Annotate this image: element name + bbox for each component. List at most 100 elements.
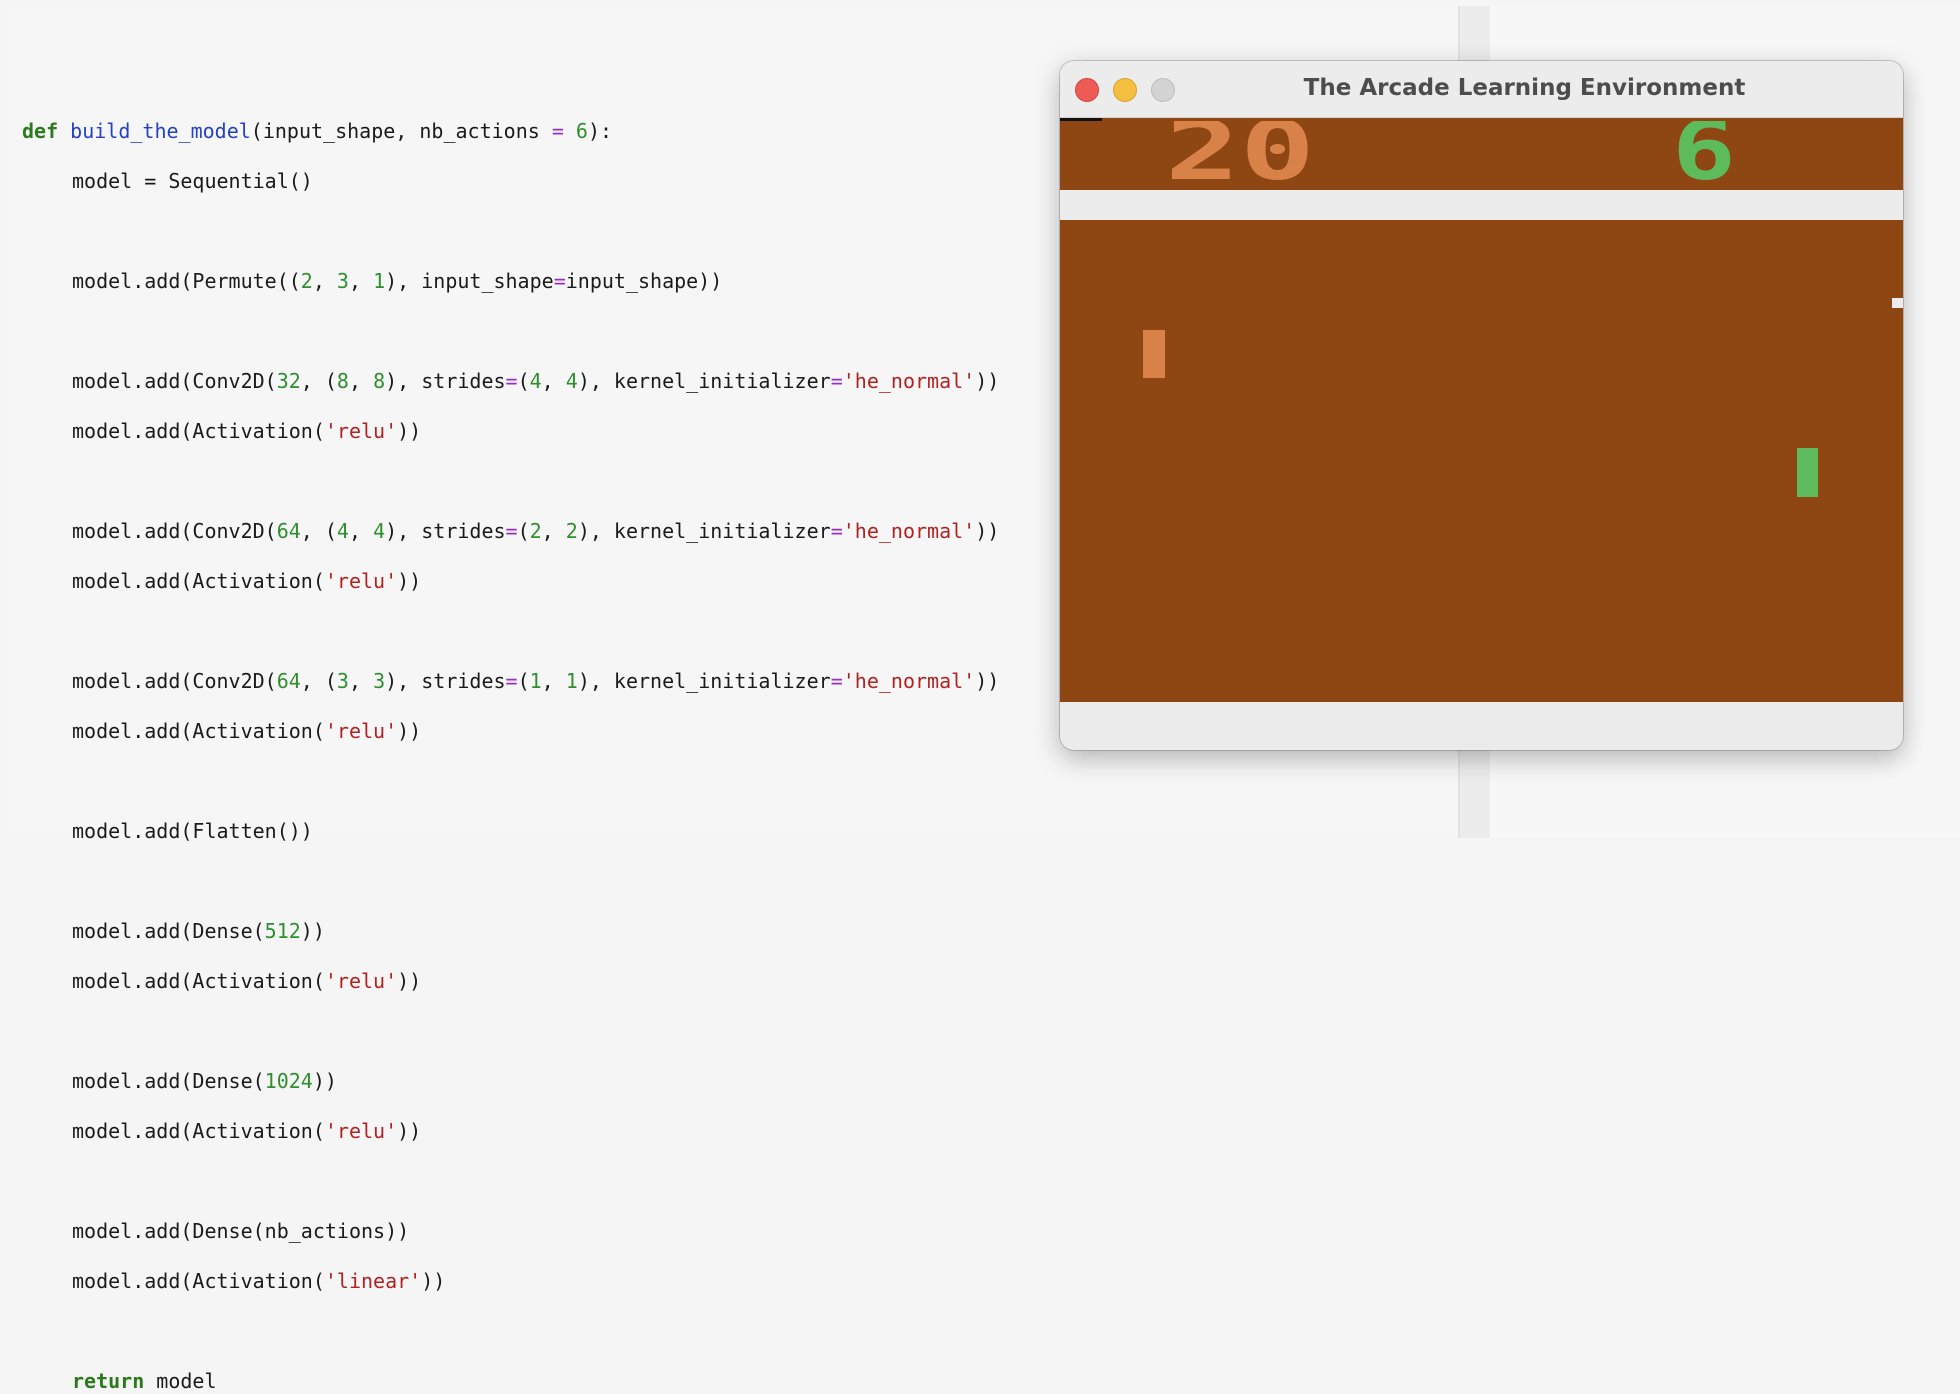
keyword-def: def: [22, 119, 59, 143]
code-text: )): [975, 669, 1000, 693]
code-text: input_shape)): [565, 269, 723, 293]
string-literal: 'relu': [324, 569, 398, 593]
bottom-wall: [1060, 702, 1903, 750]
code-text: (: [517, 519, 530, 543]
code-text: ), strides: [385, 669, 506, 693]
number-literal: 2: [529, 519, 542, 543]
ball: [1892, 298, 1903, 308]
code-text: ,: [541, 369, 566, 393]
code-text: )): [312, 1069, 337, 1093]
number-literal: 4: [336, 519, 349, 543]
code-text: )): [397, 569, 422, 593]
string-literal: 'relu': [324, 419, 398, 443]
code-text: )): [975, 369, 1000, 393]
code-line: model.add(Permute((2, 3, 1), input_shape…: [22, 269, 999, 294]
score-right: 6: [1672, 121, 1736, 185]
code-line: model.add(Flatten()): [22, 819, 999, 844]
code-text: ), strides: [385, 369, 506, 393]
number-literal: 4: [529, 369, 542, 393]
function-name: build_the_model: [70, 119, 251, 143]
code-line: model.add(Activation('relu')): [22, 1119, 999, 1144]
code-line: model.add(Activation('relu')): [22, 569, 999, 594]
code-text: model.add(Permute((: [72, 269, 301, 293]
code-text: ), strides: [385, 519, 506, 543]
code-text: model.add(Flatten()): [72, 819, 313, 843]
code-text: (: [517, 669, 530, 693]
code-text: model.add(Conv2D(: [72, 669, 277, 693]
code-line: model = Sequential(): [22, 169, 999, 194]
operator: =: [830, 519, 843, 543]
code-line: model.add(Activation('relu')): [22, 719, 999, 744]
number-literal: 512: [264, 919, 301, 943]
code-text: )): [397, 1119, 422, 1143]
code-text: model.add(Activation(: [72, 969, 325, 993]
number-literal: 2: [565, 519, 578, 543]
operator: =: [505, 669, 518, 693]
number-literal: 64: [276, 669, 301, 693]
right-paddle: [1797, 448, 1818, 497]
number-literal: 6: [575, 119, 588, 143]
code-line: model.add(Conv2D(32, (8, 8), strides=(4,…: [22, 369, 999, 394]
code-line: model.add(Dense(1024)): [22, 1069, 999, 1094]
code-text: ,: [541, 519, 566, 543]
keyword-return: return: [72, 1369, 145, 1393]
string-literal: 'relu': [324, 719, 398, 743]
operator: =: [505, 519, 518, 543]
arcade-window[interactable]: The Arcade Learning Environment 20 6: [1060, 61, 1903, 750]
number-literal: 8: [373, 369, 386, 393]
code-text: ,: [348, 669, 374, 693]
window-titlebar[interactable]: The Arcade Learning Environment: [1060, 61, 1903, 118]
code-text: model.add(Dense(: [72, 1069, 265, 1093]
code-line: model.add(Dense(nb_actions)): [22, 1219, 999, 1244]
number-literal: 1: [565, 669, 578, 693]
code-line: def build_the_model(input_shape, nb_acti…: [22, 119, 999, 144]
code-text: model.add(Activation(: [72, 719, 325, 743]
string-literal: 'relu': [324, 969, 398, 993]
string-literal: 'relu': [324, 1119, 398, 1143]
code-line: model.add(Activation('relu')): [22, 969, 999, 994]
code-text: (: [517, 369, 530, 393]
code-text: model: [144, 1369, 217, 1393]
code-text: ), kernel_initializer: [577, 669, 831, 693]
code-text: ), kernel_initializer: [577, 369, 831, 393]
code-text: ,: [348, 269, 374, 293]
string-literal: 'linear': [324, 1269, 422, 1293]
code-text: model.add(Activation(: [72, 569, 325, 593]
code-line: model.add(Activation('linear')): [22, 1269, 999, 1294]
code-text: , (: [300, 519, 337, 543]
code-text: ):: [587, 119, 613, 143]
number-literal: 8: [336, 369, 349, 393]
operator: =: [830, 669, 843, 693]
number-literal: 4: [373, 519, 386, 543]
number-literal: 2: [300, 269, 313, 293]
game-screen[interactable]: 20 6: [1060, 118, 1903, 702]
code-line: model.add(Conv2D(64, (4, 4), strides=(2,…: [22, 519, 999, 544]
score-right-value: 6: [1672, 121, 1736, 185]
code-text: )): [397, 969, 422, 993]
string-literal: 'he_normal': [842, 519, 976, 543]
code-text: ), input_shape: [385, 269, 554, 293]
code-text: model.add(Dense(nb_actions)): [72, 1219, 410, 1243]
code-line: model.add(Conv2D(64, (3, 3), strides=(1,…: [22, 669, 999, 694]
top-wall: [1060, 190, 1903, 220]
code-text: model.add(Conv2D(: [72, 519, 277, 543]
code-text: , (: [300, 669, 337, 693]
code-line: model.add(Dense(512)): [22, 919, 999, 944]
code-line: return model: [22, 1369, 999, 1394]
number-literal: 3: [373, 669, 386, 693]
code-block[interactable]: def build_the_model(input_shape, nb_acti…: [22, 119, 999, 1394]
code-text: model.add(Conv2D(: [72, 369, 277, 393]
number-literal: 64: [276, 519, 301, 543]
code-line: model.add(Activation('relu')): [22, 419, 999, 444]
code-text: model.add(Dense(: [72, 919, 265, 943]
code-text: ,: [348, 519, 374, 543]
number-literal: 3: [336, 269, 349, 293]
